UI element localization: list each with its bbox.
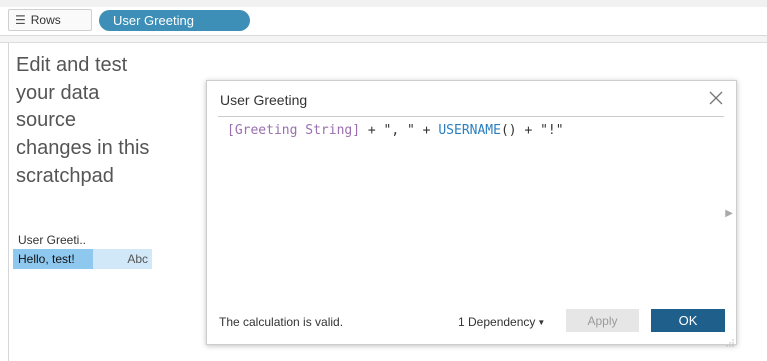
rows-shelf[interactable]: ☰ Rows User Greeting	[0, 7, 767, 36]
formula-operator-text: + ", " +	[360, 123, 439, 138]
ok-button[interactable]: OK	[651, 309, 725, 332]
rows-label-text: Rows	[30, 13, 61, 27]
close-icon[interactable]	[708, 90, 724, 106]
formula-field-reference: [Greeting String]	[227, 123, 361, 138]
dependency-dropdown[interactable]: 1 Dependency ▼	[458, 315, 545, 329]
shelf-divider	[0, 36, 767, 43]
cell-type-label: Abc	[127, 252, 148, 266]
calculation-status: The calculation is valid.	[219, 315, 344, 329]
formula-operator-text-2: () + "!"	[500, 123, 564, 138]
chevron-down-icon: ▼	[537, 318, 546, 327]
resize-grip-icon[interactable]	[726, 334, 734, 347]
apply-button[interactable]: Apply	[566, 309, 639, 332]
column-header[interactable]: User Greeti..	[18, 233, 86, 247]
table-row[interactable]: Hello, test! Abc	[13, 249, 152, 269]
expand-panel-icon[interactable]: ▶	[725, 208, 733, 219]
rows-list-icon: ☰	[15, 13, 26, 27]
calculation-dialog: User Greeting [Greeting String] + ", " +…	[206, 80, 737, 347]
dialog-divider	[218, 116, 724, 117]
scratchpad-instructions: Edit and test your data source changes i…	[16, 54, 150, 187]
cell-value: Hello, test!	[18, 252, 75, 266]
rows-shelf-label: ☰ Rows	[8, 9, 92, 31]
user-greeting-pill[interactable]: User Greeting	[99, 10, 250, 31]
dialog-title: User Greeting	[220, 92, 308, 108]
formula-editor[interactable]: [Greeting String] + ", " + USERNAME() + …	[227, 123, 564, 138]
left-divider	[8, 43, 9, 361]
dependency-label: 1 Dependency	[458, 315, 536, 329]
formula-function: USERNAME	[438, 123, 501, 138]
